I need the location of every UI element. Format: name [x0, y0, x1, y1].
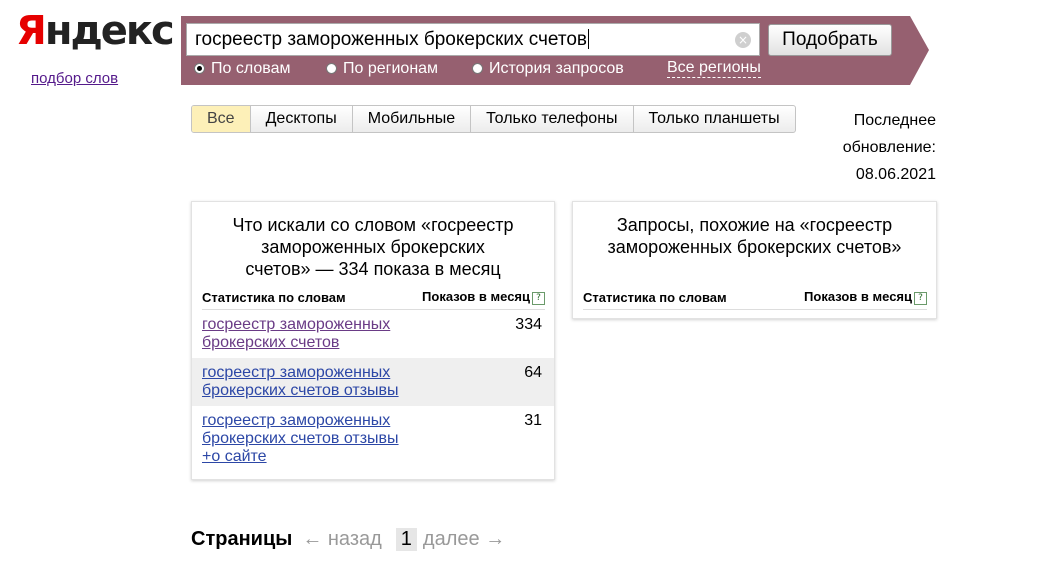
phrase-count: 31: [524, 412, 542, 429]
tab-all[interactable]: Все: [192, 106, 250, 132]
yandex-logo[interactable]: Яндекс: [16, 8, 175, 54]
pager-label: Страницы: [191, 527, 293, 550]
tab-desktops[interactable]: Десктопы: [249, 106, 352, 132]
table-row: госреестр замороженных брокерских счетов…: [192, 310, 554, 358]
col-shows: Показов в месяц: [422, 289, 530, 304]
service-link[interactable]: подбор слов: [31, 70, 118, 87]
similar-table-header: Статистика по словам Показов в месяц?: [583, 289, 927, 310]
col-shows: Показов в месяц: [804, 289, 912, 304]
updated-date: 08.06.2021: [855, 166, 936, 183]
pager-current: 1: [395, 527, 417, 551]
help-icon[interactable]: ?: [532, 292, 545, 305]
mode-radio-regions[interactable]: По регионам: [326, 60, 438, 78]
device-tabs: Все Десктопы Мобильные Только телефоны Т…: [191, 105, 796, 133]
updated-line1: Последнее: [853, 112, 936, 129]
search-value: госреестр замороженных брокерских счетов: [195, 29, 588, 50]
text-caret: [588, 29, 590, 49]
phrase-count: 64: [524, 364, 542, 381]
mode-label: По словам: [211, 60, 291, 77]
mode-radio-words[interactable]: По словам: [194, 60, 290, 78]
tab-phones-only[interactable]: Только телефоны: [470, 106, 632, 132]
pager-next: далее →: [422, 527, 506, 550]
mode-label: История запросов: [489, 60, 624, 77]
mode-radio-history[interactable]: История запросов: [472, 60, 624, 78]
similar-panel-title: Запросы, похожие на «госреестр заморожен…: [607, 215, 902, 257]
all-regions-link[interactable]: Все регионы: [667, 59, 761, 78]
tab-tablets-only[interactable]: Только планшеты: [632, 106, 795, 132]
radio-icon: [326, 63, 337, 74]
updated-line2: обновление:: [842, 139, 936, 156]
table-row: госреестр замороженных брокерских счетов…: [192, 406, 554, 472]
words-panel: Что искали со словом «госреестр замороже…: [191, 201, 555, 480]
help-icon[interactable]: ?: [914, 292, 927, 305]
pager-prev: ← назад: [302, 527, 382, 550]
words-table-header: Статистика по словам Показов в месяц?: [202, 289, 545, 310]
similar-panel: Запросы, похожие на «госреестр заморожен…: [572, 201, 937, 319]
radio-icon: [472, 63, 483, 74]
tab-mobile[interactable]: Мобильные: [351, 106, 470, 132]
last-updated: Последнее обновление: 08.06.2021: [843, 107, 936, 188]
mode-label: По регионам: [343, 60, 439, 77]
phrase-count: 334: [515, 316, 542, 333]
phrase-link[interactable]: госреестр замороженных брокерских счетов…: [202, 412, 402, 466]
words-panel-title: Что искали со словом «госреестр замороже…: [232, 215, 514, 279]
logo-rest: ндекс: [44, 8, 175, 54]
radio-icon: [194, 63, 205, 74]
col-words: Статистика по словам: [583, 289, 727, 305]
search-input[interactable]: госреестр замороженных брокерских счетов…: [186, 23, 760, 56]
logo-first-letter: Я: [16, 8, 47, 54]
col-words: Статистика по словам: [202, 289, 346, 305]
submit-button[interactable]: Подобрать: [768, 24, 892, 56]
pagination: Страницы ← назад 1 далее →: [191, 526, 505, 552]
phrase-link[interactable]: госреестр замороженных брокерских счетов…: [202, 364, 402, 400]
phrase-link[interactable]: госреестр замороженных брокерских счетов: [202, 316, 402, 352]
table-row: госреестр замороженных брокерских счетов…: [192, 358, 554, 406]
clear-icon[interactable]: ×: [735, 32, 751, 48]
